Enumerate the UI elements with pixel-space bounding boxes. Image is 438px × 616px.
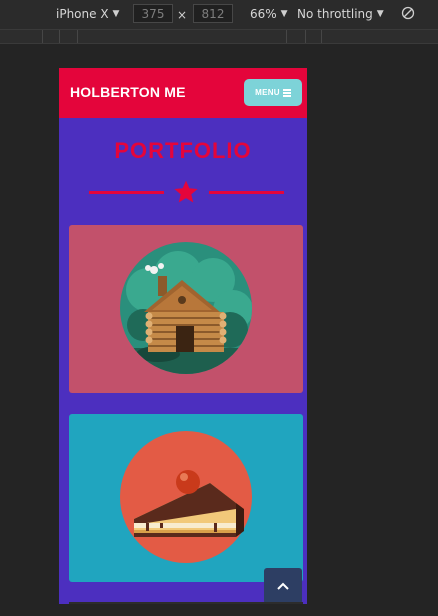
next-card-edge: [69, 602, 303, 604]
throttling-select-label: No throttling: [297, 7, 373, 21]
chevron-down-icon: ▼: [280, 9, 288, 19]
zoom-select-label: 66%: [250, 7, 277, 21]
device-select[interactable]: iPhone X ▼: [56, 7, 119, 21]
divider-line-right: [209, 191, 284, 194]
media-query-ruler: [0, 30, 438, 44]
ruler-tick: [305, 30, 306, 43]
width-input[interactable]: 375: [133, 4, 173, 23]
devtools-device-toolbar: iPhone X ▼ 375 × 812 66% ▼ No throttling…: [0, 0, 438, 30]
rotate-icon[interactable]: [401, 6, 415, 20]
menu-button-label: MENU: [255, 88, 280, 97]
throttling-select[interactable]: No throttling ▼: [297, 7, 384, 21]
chevron-up-icon: [277, 582, 289, 590]
ruler-tick: [286, 30, 287, 43]
device-select-label: iPhone X: [56, 7, 109, 21]
section-title: PORTFOLIO: [114, 138, 252, 163]
ruler-tick: [321, 30, 322, 43]
dimension-separator: ×: [177, 8, 188, 22]
star-icon: [174, 180, 198, 203]
ruler-tick: [42, 30, 43, 43]
chevron-down-icon: ▼: [376, 9, 384, 19]
chevron-down-icon: ▼: [112, 9, 120, 19]
cabin-illustration: [120, 242, 252, 374]
device-viewport: HOLBERTON ME MENU PORTFOLIO: [59, 68, 307, 604]
site-brand[interactable]: HOLBERTON ME: [70, 84, 186, 100]
portfolio-item-cake[interactable]: [69, 414, 303, 582]
ruler-tick: [77, 30, 78, 43]
hamburger-icon: [282, 89, 291, 97]
scroll-to-top-button[interactable]: [264, 568, 302, 604]
divider-line-left: [89, 191, 164, 194]
ruler-tick: [59, 30, 60, 43]
cake-illustration: [120, 431, 252, 563]
menu-button[interactable]: MENU: [244, 79, 302, 106]
height-input[interactable]: 812: [193, 4, 233, 23]
portfolio-item-cabin[interactable]: [69, 225, 303, 393]
site-header: HOLBERTON ME MENU: [59, 68, 307, 118]
zoom-select[interactable]: 66% ▼: [250, 7, 288, 21]
